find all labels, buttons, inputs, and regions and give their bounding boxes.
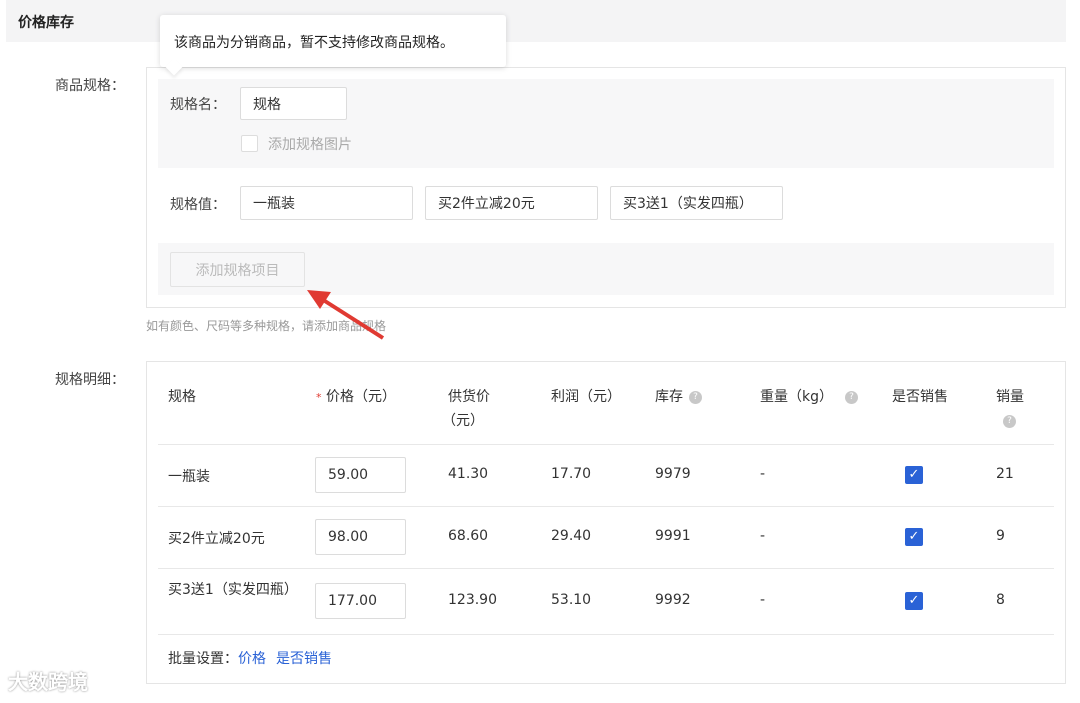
row-price-input[interactable]: 98.00 (315, 519, 406, 555)
help-icon[interactable]: ? (1003, 414, 1016, 428)
row-sales: 9 (996, 528, 1005, 544)
on-sale-checkbox[interactable]: ✓ (905, 592, 923, 610)
batch-label: 批量设置： (168, 651, 238, 667)
on-sale-checkbox[interactable]: ✓ (905, 528, 923, 546)
spec-value-input[interactable]: 一瓶装 (240, 186, 413, 220)
detail-label: 规格明细： (55, 372, 125, 388)
row-stock: 9979 (655, 466, 691, 482)
row-spec: 买2件立减20元 (168, 531, 265, 547)
spec-value-label: 规格值： (170, 197, 226, 213)
row-spec: 一瓶装 (168, 469, 210, 485)
col-spec: 规格 (168, 389, 196, 405)
check-icon: ✓ (908, 529, 920, 544)
row-supply: 41.30 (448, 466, 489, 482)
spec-label: 商品规格： (55, 78, 125, 94)
col-supply: 供货价 (448, 389, 490, 405)
row-sales: 8 (996, 592, 1005, 608)
add-image-label: 添加规格图片 (268, 137, 352, 153)
row-price-input[interactable]: 177.00 (315, 583, 406, 619)
row-sales: 21 (996, 466, 1014, 482)
tooltip: 该商品为分销商品，暂不支持修改商品规格。 (160, 15, 506, 67)
col-profit: 利润（元） (551, 389, 621, 405)
row-stock: 9992 (655, 592, 691, 608)
row-supply: 68.60 (448, 528, 489, 544)
add-image-checkbox[interactable] (241, 135, 258, 152)
check-icon: ✓ (908, 467, 920, 482)
divider (158, 634, 1054, 635)
row-profit: 29.40 (551, 528, 592, 544)
row-price-input[interactable]: 59.00 (315, 457, 406, 493)
row-profit: 53.10 (551, 592, 592, 608)
row-supply: 123.90 (448, 592, 497, 608)
col-on-sale: 是否销售 (892, 389, 948, 405)
section-title: 价格库存 (18, 15, 74, 31)
row-spec: 买3送1（实发四瓶） (168, 582, 298, 598)
row-profit: 17.70 (551, 466, 592, 482)
row-weight: - (760, 466, 766, 482)
help-icon[interactable]: ? (689, 390, 702, 404)
spec-value-input[interactable]: 买3送1（实发四瓶） (610, 186, 783, 220)
red-arrow-annotation (307, 290, 385, 340)
col-sales: 销量 (996, 389, 1024, 405)
on-sale-checkbox[interactable]: ✓ (905, 466, 923, 484)
row-weight: - (760, 592, 766, 608)
col-price: 价格（元） (325, 389, 396, 405)
batch-price-link[interactable]: 价格 (238, 651, 266, 667)
divider (158, 444, 1054, 445)
watermark: 大数跨境 (8, 670, 88, 694)
col-supply-unit: （元） (442, 413, 484, 429)
check-icon: ✓ (908, 593, 920, 608)
spec-name-input[interactable]: 规格 (240, 87, 347, 120)
required-mark: * (316, 391, 322, 404)
help-icon[interactable]: ? (845, 390, 858, 404)
divider (158, 568, 1054, 569)
col-stock: 库存 (655, 389, 683, 405)
col-weight: 重量（kg） (760, 389, 833, 405)
row-stock: 9991 (655, 528, 691, 544)
divider (158, 506, 1054, 507)
spec-name-label: 规格名： (170, 97, 226, 113)
detail-table (146, 361, 1066, 684)
add-spec-item-button[interactable]: 添加规格项目 (170, 252, 305, 287)
batch-on-sale-link[interactable]: 是否销售 (276, 651, 332, 667)
spec-value-input[interactable]: 买2件立减20元 (425, 186, 598, 220)
row-weight: - (760, 528, 766, 544)
